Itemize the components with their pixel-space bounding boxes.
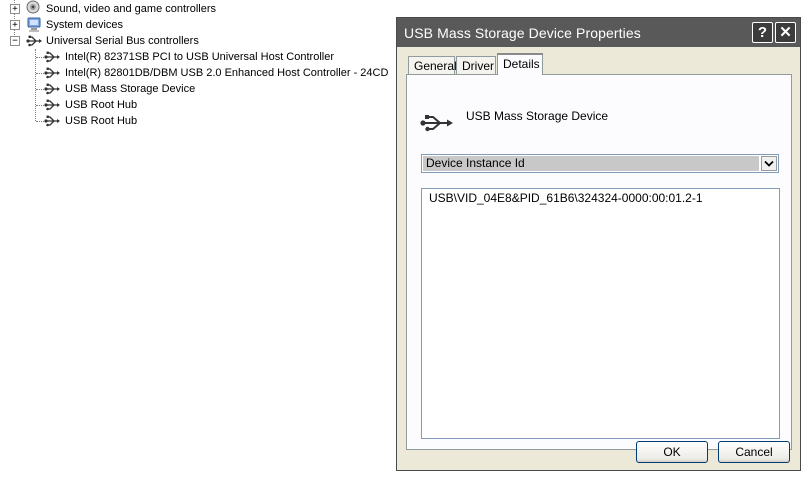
collapse-icon[interactable]: − [10,36,20,46]
usb-icon [44,115,60,127]
tree-item-sound-video-game[interactable]: + Sound, video and game controllers [0,0,250,17]
cancel-button[interactable]: Cancel [718,441,790,463]
details-panel: USB Mass Storage Device Device Instance … [406,74,792,450]
tab-label: Driver [462,59,494,73]
speaker-icon [26,0,40,14]
ok-button[interactable]: OK [636,441,708,463]
usb-icon [44,51,60,63]
tree-item-usb-root-hub[interactable]: USB Root Hub [40,97,190,113]
expand-icon[interactable]: + [10,4,20,14]
device-tree: + Sound, video and game controllers + Sy… [0,0,395,480]
title-bar[interactable]: USB Mass Storage Device Properties ? ✕ [397,18,800,47]
tab-details[interactable]: Details [497,53,543,75]
tree-connector [35,49,36,121]
tree-item-label: System devices [46,19,124,31]
tree-item-label: Sound, video and game controllers [46,3,216,15]
usb-icon [44,83,60,95]
tree-item-system-devices[interactable]: + System devices [0,17,250,33]
close-button[interactable]: ✕ [775,22,796,43]
tab-driver[interactable]: Driver [456,56,496,75]
list-item[interactable]: USB\VID_04E8&PID_61B6\324324-0000:00:01.… [429,191,703,205]
tab-label: General [414,59,457,73]
usb-icon [44,99,60,111]
tree-item-label: USB Mass Storage Device [65,83,196,95]
help-button[interactable]: ? [752,22,773,43]
tree-item-usb-mass-storage[interactable]: USB Mass Storage Device [40,81,240,97]
property-dropdown-value: Device Instance Id [423,156,759,171]
usb-icon [420,115,453,132]
tab-label: Details [503,57,540,71]
tree-item-usb-root-hub[interactable]: USB Root Hub [40,113,190,129]
tree-item-label: USB Root Hub [65,99,138,111]
tree-item-intel-82801db[interactable]: Intel(R) 82801DB/DBM USB 2.0 Enhanced Ho… [40,65,389,81]
tree-item-label: Intel(R) 82801DB/DBM USB 2.0 Enhanced Ho… [65,67,389,79]
dialog-title: USB Mass Storage Device Properties [404,25,641,41]
expand-icon[interactable]: + [10,20,20,30]
tree-item-label: Intel(R) 82371SB PCI to USB Universal Ho… [65,51,334,63]
usb-icon [26,35,42,47]
usb-icon [44,67,60,79]
help-icon: ? [757,24,768,41]
chevron-down-icon[interactable] [761,156,777,171]
tab-general[interactable]: General [408,56,457,75]
tree-item-label: USB Root Hub [65,115,138,127]
properties-dialog: USB Mass Storage Device Properties ? ✕ G… [396,17,801,471]
device-name: USB Mass Storage Device [466,109,609,123]
property-dropdown[interactable]: Device Instance Id [421,154,779,173]
property-value-list[interactable]: USB\VID_04E8&PID_61B6\324324-0000:00:01.… [421,188,780,439]
computer-icon [27,17,41,32]
close-icon: ✕ [779,24,792,41]
tree-item-usb-controllers[interactable]: − Universal Serial Bus controllers [0,33,250,49]
tree-item-intel-82371sb[interactable]: Intel(R) 82371SB PCI to USB Universal Ho… [40,49,340,65]
tree-item-label: Universal Serial Bus controllers [46,35,199,47]
